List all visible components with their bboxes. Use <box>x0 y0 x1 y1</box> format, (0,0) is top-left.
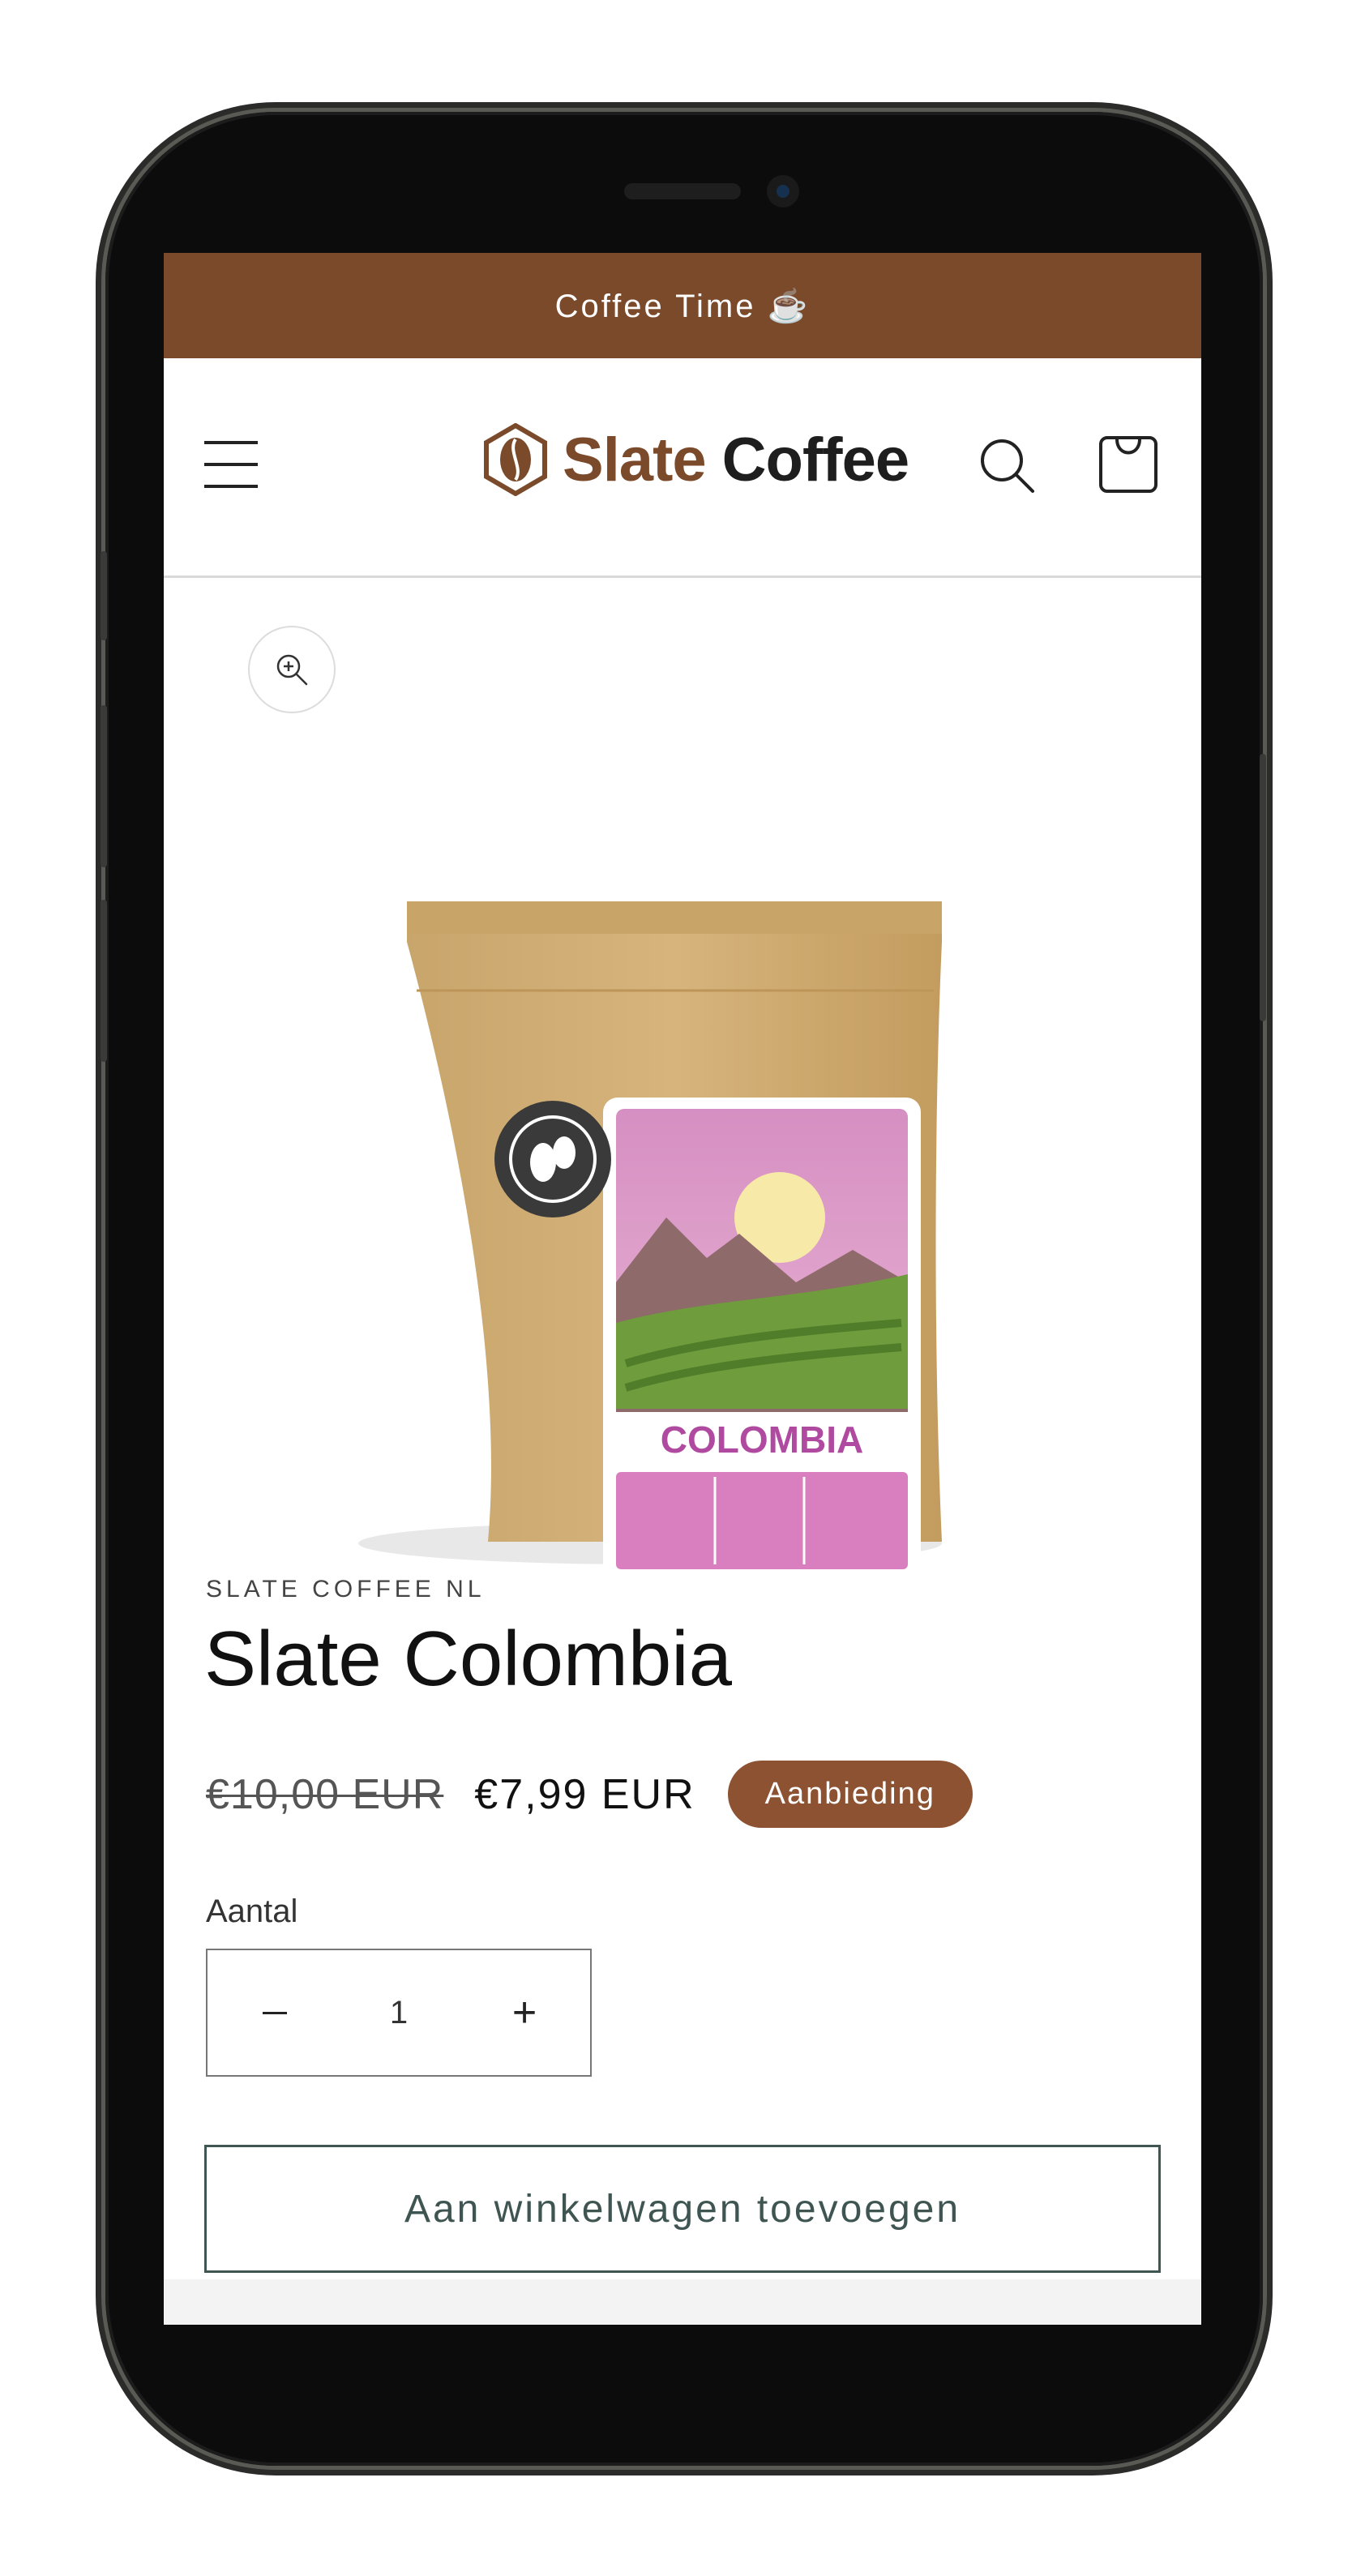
hamburger-icon <box>204 485 258 488</box>
volume-down-button <box>101 900 107 1062</box>
product-image[interactable]: COLOMBIA <box>285 634 1015 1574</box>
search-icon <box>981 439 1034 493</box>
earpiece-speaker <box>624 183 741 199</box>
logo-word-coffee: Coffee <box>721 425 909 494</box>
phone-screen: Coffee Time ☕ Slate Coffee COLOMBIA SLAT… <box>164 253 1201 2325</box>
front-camera <box>767 175 799 208</box>
site-header: Slate Coffee <box>164 358 1201 578</box>
sale-badge: Aanbieding <box>727 1761 973 1828</box>
quantity-decrease-button[interactable] <box>248 1986 302 2039</box>
quantity-input[interactable]: 1 <box>342 1986 456 2039</box>
logo-word-slate: Slate <box>563 425 707 494</box>
site-logo[interactable]: Slate Coffee <box>483 423 909 496</box>
announcement-bar: Coffee Time ☕ <box>164 253 1201 358</box>
hamburger-icon <box>204 463 258 466</box>
announcement-text: Coffee Time ☕ <box>554 288 811 324</box>
product-label-text: COLOMBIA <box>661 1419 863 1461</box>
power-button <box>1260 754 1266 1021</box>
bag-icon <box>1099 436 1157 493</box>
product-vendor: SLATE COFFEE NL <box>206 1576 486 1603</box>
next-section-strip <box>164 2279 1201 2325</box>
mute-switch <box>101 551 107 640</box>
menu-button[interactable] <box>204 439 259 490</box>
hamburger-icon <box>204 441 258 444</box>
coffee-bean-logo-icon <box>484 423 547 496</box>
price-row: €10,00 EUR €7,99 EUR Aanbieding <box>206 1761 973 1828</box>
cart-button[interactable] <box>1098 430 1159 494</box>
add-to-cart-button[interactable]: Aan winkelwagen toevoegen <box>204 2145 1161 2273</box>
original-price: €10,00 EUR <box>206 1770 444 1818</box>
volume-up-button <box>101 705 107 867</box>
quantity-increase-button[interactable]: + <box>498 1986 551 2039</box>
search-button[interactable] <box>978 436 1036 494</box>
quantity-label: Aantal <box>206 1893 298 1929</box>
quantity-stepper: 1 + <box>206 1949 592 2077</box>
product-title: Slate Colombia <box>204 1615 732 1702</box>
sale-price: €7,99 EUR <box>474 1770 695 1818</box>
